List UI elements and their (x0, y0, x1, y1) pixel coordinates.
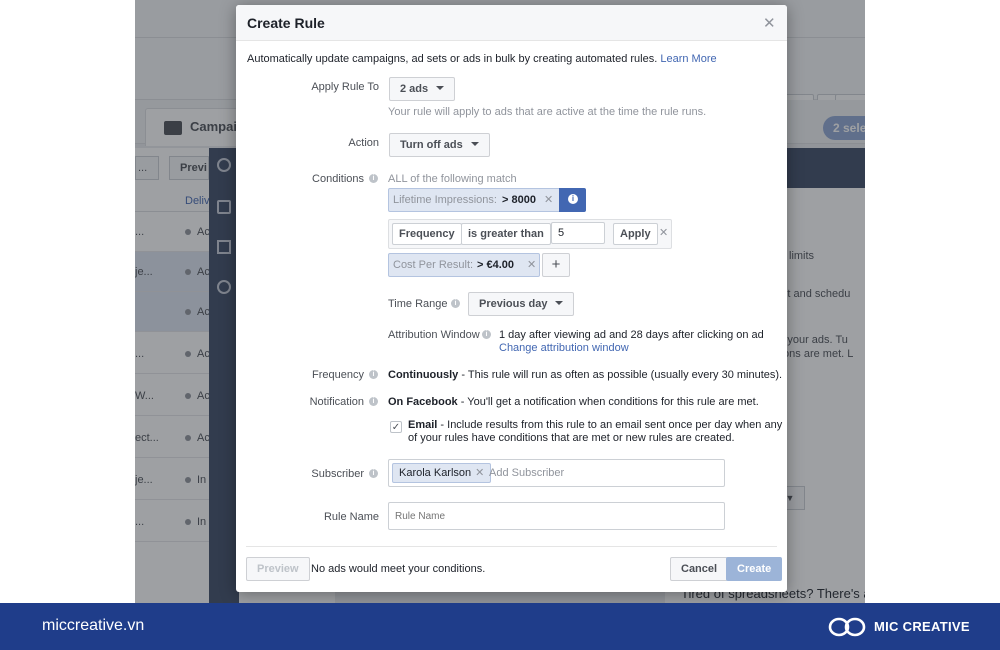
preview-button[interactable]: Preview (246, 557, 310, 581)
info-icon[interactable]: i (369, 370, 378, 379)
subscriber-tag[interactable]: Karola Karlson ✕ (392, 463, 492, 483)
remove-condition-icon[interactable]: ✕ (659, 226, 668, 239)
email-checkbox[interactable]: ✓ (390, 421, 402, 433)
preview-status-text: No ads would meet your conditions. (311, 563, 486, 575)
change-attribution-link[interactable]: Change attribution window (499, 342, 629, 354)
info-icon[interactable]: i (451, 299, 460, 308)
notification-label: Notification (309, 396, 364, 408)
dialog-header: Create Rule ✕ (236, 5, 787, 41)
attribution-window-value: 1 day after viewing ad and 28 days after… (499, 329, 764, 341)
action-label: Action (348, 137, 379, 149)
frequency-label: Frequency (312, 369, 364, 381)
action-dropdown[interactable]: Turn off ads (389, 133, 490, 157)
time-range-label: Time Range (388, 298, 448, 310)
subscriber-input[interactable]: Karola Karlson ✕ Add Subscriber (388, 459, 725, 487)
frequency-value: Continuously - This rule will run as oft… (388, 369, 783, 381)
rule-name-input[interactable] (388, 502, 725, 530)
notification-facebook: On Facebook - You'll get a notification … (388, 396, 759, 408)
condition-operator-chip[interactable]: is greater than (461, 223, 551, 245)
attribution-window-label: Attribution Window (388, 329, 480, 341)
remove-condition-icon[interactable]: ✕ (527, 258, 536, 271)
mic-creative-logo-icon (828, 617, 866, 637)
condition-metric-chip[interactable]: Frequency (392, 223, 462, 245)
info-icon[interactable]: i (369, 174, 378, 183)
info-icon[interactable]: i (369, 397, 378, 406)
email-notification-line1: Email - Include results from this rule t… (408, 419, 783, 431)
condition-editor: Frequency is greater than Apply ✕ (388, 219, 672, 249)
condition-cost-per-result[interactable]: Cost Per Result: > €4.00 ✕ (388, 253, 540, 277)
info-icon[interactable]: i (369, 469, 378, 478)
add-condition-button[interactable]: + (542, 253, 570, 277)
conditions-label: Conditions (312, 173, 364, 185)
site-url[interactable]: miccreative.vn (42, 617, 144, 635)
brand-footer-bar: miccreative.vn MIC CREATIVE (0, 603, 1000, 650)
conditions-match-text: ALL of the following match (388, 173, 517, 185)
condition-value-input[interactable] (551, 222, 605, 244)
close-icon[interactable]: ✕ (763, 14, 776, 32)
email-notification-line2: of your rules have conditions that are m… (408, 432, 735, 444)
create-rule-dialog: Create Rule ✕ Automatically update campa… (236, 5, 787, 592)
subscriber-placeholder: Add Subscriber (489, 467, 565, 479)
brand-name: MIC CREATIVE (874, 619, 970, 634)
create-button[interactable]: Create (726, 557, 783, 581)
apply-rule-to-label: Apply Rule To (311, 81, 379, 93)
learn-more-link[interactable]: Learn More (660, 53, 716, 65)
subscriber-label: Subscriber (311, 468, 364, 480)
info-badge-icon[interactable]: i (559, 188, 586, 212)
remove-condition-icon[interactable]: ✕ (544, 193, 553, 206)
caret-down-icon (436, 86, 445, 91)
remove-subscriber-icon[interactable]: ✕ (475, 467, 484, 479)
cancel-button[interactable]: Cancel (670, 557, 729, 581)
intro-text: Automatically update campaigns, ad sets … (247, 53, 717, 65)
rule-name-label: Rule Name (323, 511, 379, 523)
caret-down-icon (470, 142, 479, 147)
apply-rule-to-hint: Your rule will apply to ads that are act… (388, 106, 707, 118)
condition-lifetime-impressions[interactable]: Lifetime Impressions: > 8000 ✕ i (388, 188, 586, 212)
screenshot-stage: th ▼ Filte Campaig 2 sele ... Previ Deli… (0, 0, 1000, 650)
footer-divider (246, 546, 777, 547)
info-icon[interactable]: i (482, 330, 491, 339)
apply-condition-button[interactable]: Apply (613, 223, 658, 245)
dialog-title: Create Rule (247, 15, 325, 31)
time-range-dropdown[interactable]: Previous day (468, 292, 575, 316)
caret-down-icon (555, 301, 564, 306)
apply-rule-to-dropdown[interactable]: 2 ads (389, 77, 456, 101)
